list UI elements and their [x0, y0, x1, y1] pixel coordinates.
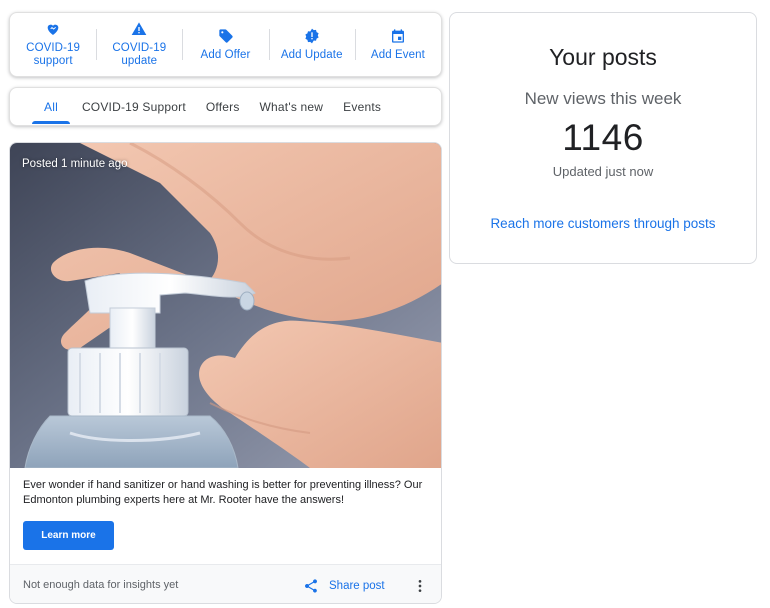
post-text: Ever wonder if hand sanitizer or hand wa… [23, 479, 423, 506]
alert-badge-icon [305, 28, 319, 43]
new-views-label: New views this week [524, 89, 682, 108]
tag-icon [218, 28, 233, 43]
more-vert-icon [418, 580, 422, 592]
add-update-label: Add Update [280, 48, 343, 61]
post-filter-tabs: All COVID-19 Support Offers What's new E… [9, 87, 442, 126]
post-footer: Not enough data for insights yet Share p… [10, 564, 441, 603]
heart-hands-icon [47, 24, 59, 35]
tab-events[interactable]: Events [343, 88, 381, 125]
insights-text: Not enough data for insights yet [23, 579, 179, 591]
tab-offers[interactable]: Offers [206, 88, 240, 125]
post-image: Posted 1 minute ago [10, 143, 441, 468]
covid-support-label: COVID-19 support [26, 42, 81, 67]
add-offer-button[interactable]: Add Offer [182, 13, 268, 76]
calendar-icon [391, 28, 404, 43]
post-type-bar: COVID-19 support COVID-19 update Add Off… [9, 12, 442, 77]
tab-covid-support[interactable]: COVID-19 Support [82, 88, 186, 125]
more-options-button[interactable] [408, 574, 432, 598]
post-card: Posted 1 minute ago Ever wonder if hand … [9, 142, 442, 604]
views-count: 1146 [562, 117, 644, 158]
your-posts-card: Your posts New views this week 1146 Upda… [449, 12, 757, 264]
add-update-button[interactable]: Add Update [268, 13, 355, 76]
reach-customers-link[interactable]: Reach more customers through posts [450, 216, 756, 231]
tab-whats-new[interactable]: What's new [260, 88, 324, 125]
covid-support-button[interactable]: COVID-19 support [10, 13, 96, 76]
add-offer-label: Add Offer [200, 48, 251, 61]
share-post-button[interactable]: Share post [303, 574, 385, 598]
share-icon [305, 579, 317, 593]
posted-time: Posted 1 minute ago [22, 158, 128, 170]
add-event-button[interactable]: Add Event [354, 13, 441, 76]
updated-status: Updated just now [552, 164, 654, 179]
covid-update-button[interactable]: COVID-19 update [96, 13, 182, 76]
covid-update-label: COVID-19 update [112, 42, 167, 67]
your-posts-title: Your posts [549, 44, 657, 70]
share-post-label: Share post [329, 580, 385, 592]
add-event-label: Add Event [370, 48, 425, 61]
tab-all[interactable]: All [30, 88, 72, 125]
warning-icon [131, 22, 147, 35]
learn-more-button[interactable]: Learn more [23, 521, 114, 550]
